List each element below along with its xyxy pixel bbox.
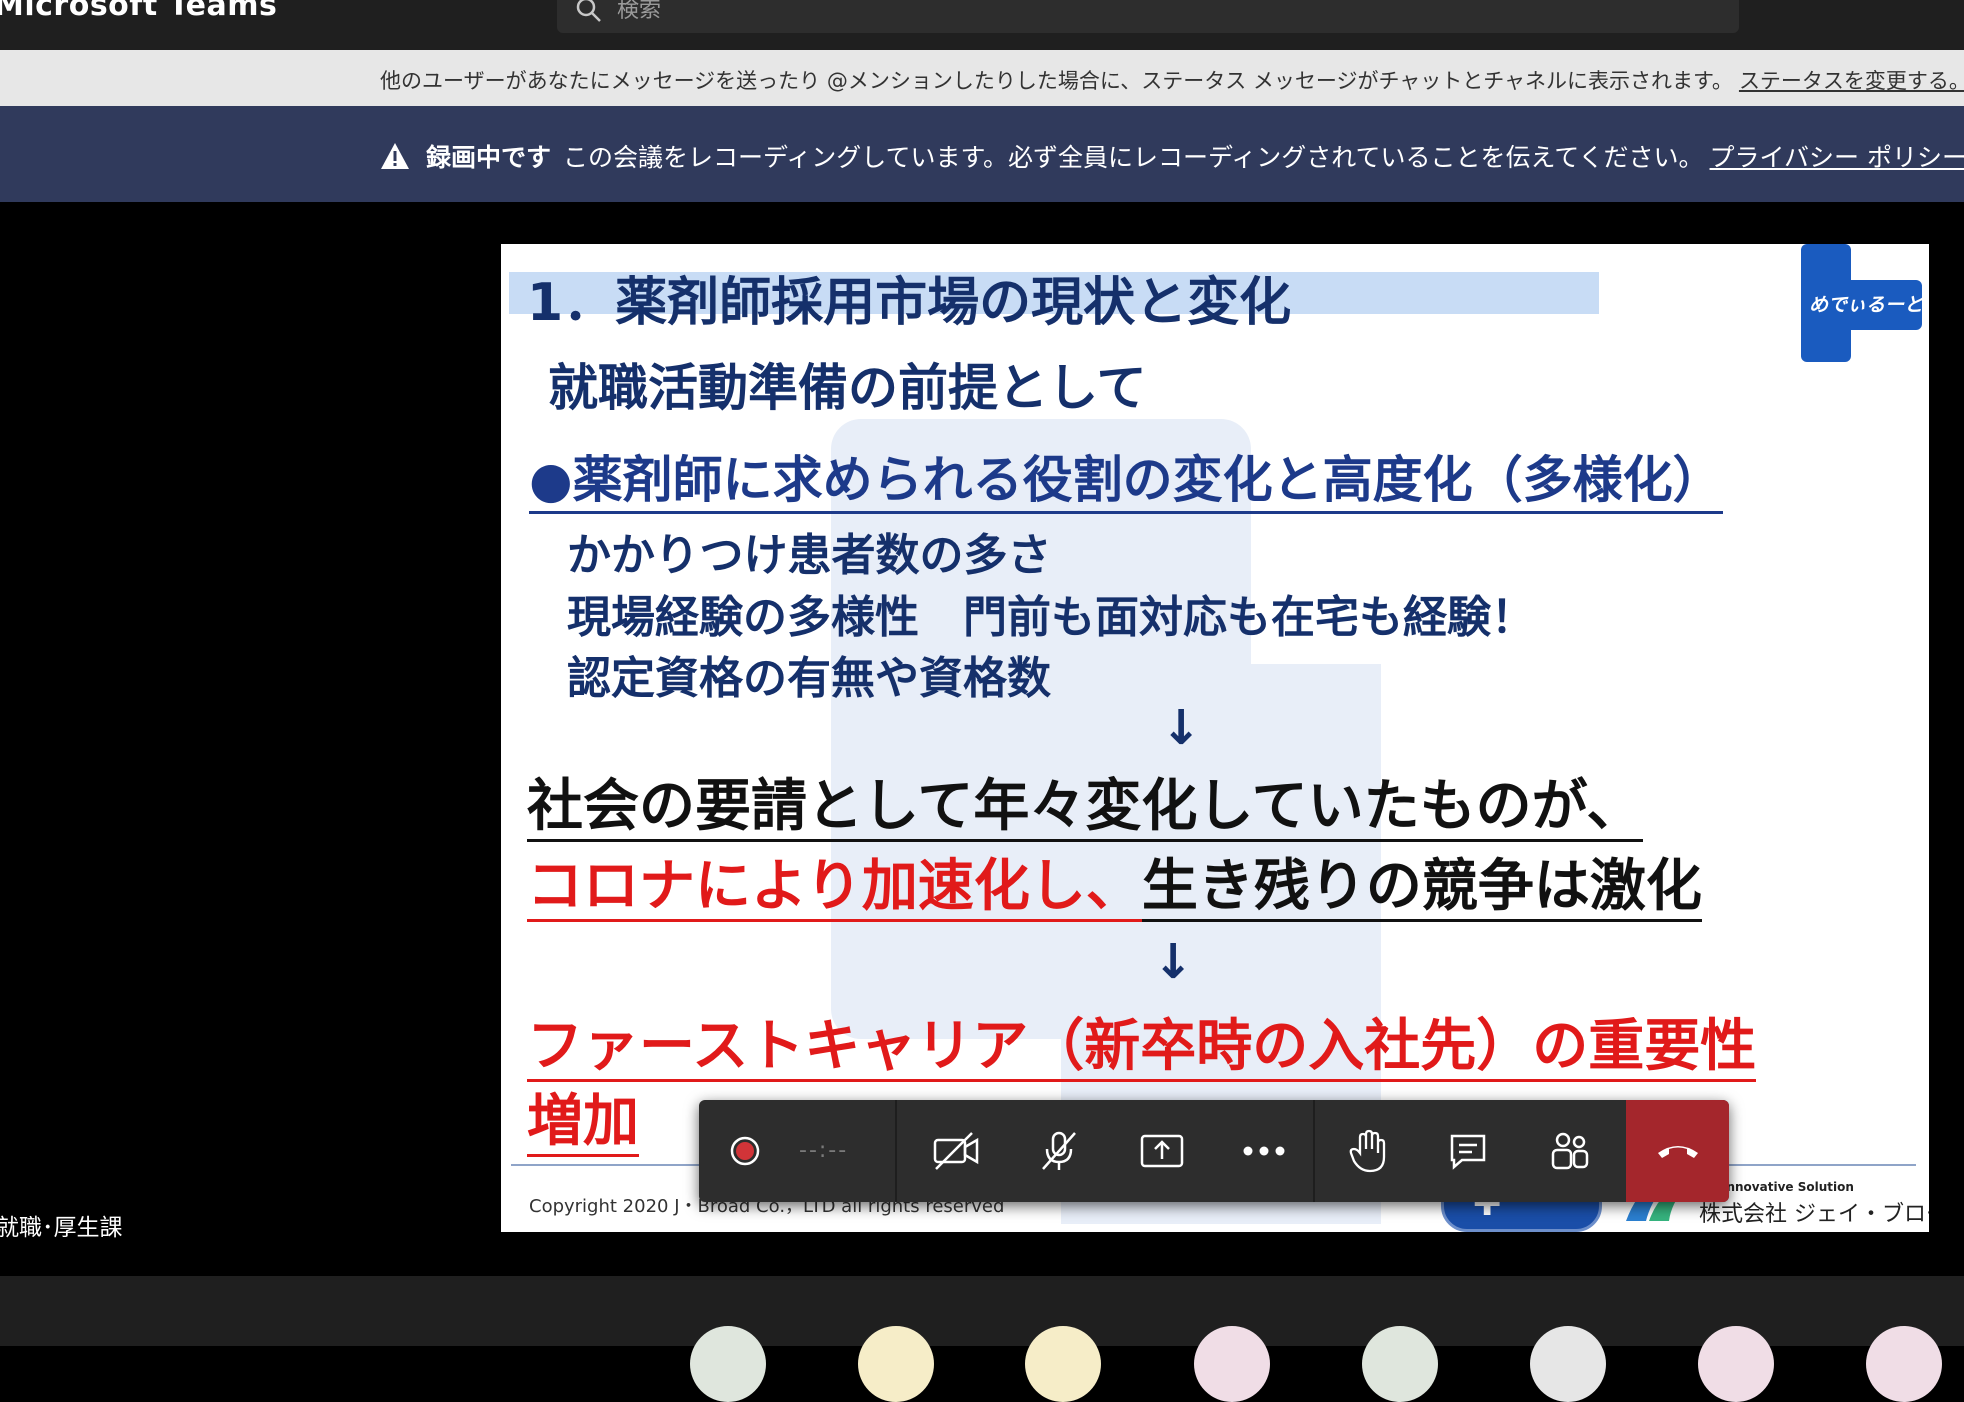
app-title: Microsoft Teams [0,0,278,23]
recording-message: この会議をレコーディングしています。必ず全員にレコーディングされていることを伝え… [563,143,1704,172]
more-actions-button[interactable] [1219,1100,1309,1202]
search-input[interactable]: 検索 [617,0,661,24]
record-icon [730,1136,760,1166]
slide-point: 現場経験の多様性 門前も面対応も在宅も経験！ [567,592,1535,643]
hand-icon [1349,1129,1386,1173]
change-status-link[interactable]: ステータスを変更する。 [1739,69,1964,93]
chat-icon [1450,1134,1486,1170]
hang-up-button[interactable] [1626,1100,1729,1202]
down-arrow: ↓ [1153,934,1194,990]
camera-off-icon [933,1132,979,1170]
participant-name: 就職･厚生課 [0,1215,123,1241]
recording-banner: 録画中です この会議をレコーディングしています。必ず全員にレコーディングされてい… [0,106,1964,202]
avatar[interactable] [1530,1326,1606,1402]
people-icon [1551,1132,1589,1170]
mic-toggle-button[interactable] [1014,1100,1104,1202]
status-info-bar: 他のユーザーがあなたにメッセージを送ったり @メンションしたりした場合に、ステー… [0,50,1964,106]
down-arrow: ↓ [1161,700,1202,756]
participant-strip [0,1276,1964,1346]
raise-hand-button[interactable] [1323,1100,1413,1202]
avatar[interactable] [1698,1326,1774,1402]
more-icon [1243,1146,1285,1156]
title-bar: Microsoft Teams 検索 [0,0,1964,51]
avatar[interactable] [1025,1326,1101,1402]
share-screen-button[interactable] [1117,1100,1207,1202]
slide-line-3-text: ファーストキャリア（新卒時の入社先）の重要性 [527,1014,1757,1082]
phone-hangup-icon [1657,1146,1698,1158]
shared-slide: 1．薬剤師採用市場の現状と変化 めでぃるーと 就職活動準備の前提として ●薬剤師… [501,244,1929,1232]
slide-point: 認定資格の有無や資格数 [567,653,1051,704]
recording-button[interactable] [727,1100,763,1202]
slide-line-2: コロナにより加速化し、生き残りの競争は激化 [527,854,1702,922]
camera-toggle-button[interactable] [911,1100,1001,1202]
slide-point: かかりつけ患者数の多さ [567,530,1052,581]
slide-heading: ●薬剤師に求められる役割の変化と高度化（多様化） [529,449,1723,514]
avatar[interactable] [1362,1326,1438,1402]
slide-line-2-red: コロナにより加速化し、 [527,854,1142,922]
control-divider [1313,1100,1315,1202]
mic-off-icon [1042,1131,1076,1170]
slide-line-3: ファーストキャリア（新卒時の入社先）の重要性 [527,1014,1757,1082]
search-icon [576,0,601,22]
avatar[interactable] [858,1326,934,1402]
slide-logo-text: めでぃるーと [1809,294,1924,316]
call-timer: --:-- [799,1138,849,1163]
chat-button[interactable] [1423,1100,1513,1202]
participants-button[interactable] [1525,1100,1615,1202]
slide-line-1-text: 社会の要請として年々変化していたものが、 [527,774,1643,842]
recording-label: 録画中です [426,143,552,172]
slide-line-2-black: 生き残りの競争は激化 [1141,854,1702,922]
avatar[interactable] [690,1326,766,1402]
avatar[interactable] [1194,1326,1270,1402]
slide-title: 1．薬剤師採用市場の現状と変化 [527,273,1292,333]
company-name: 株式会社 ジェイ・ブロード [1699,1202,1929,1227]
slide-line-4: 増加 [527,1089,639,1157]
slide-line-1: 社会の要請として年々変化していたものが、 [527,774,1643,842]
control-divider [895,1100,897,1202]
search-box[interactable]: 検索 [557,0,1739,33]
slide-line-4-text: 増加 [527,1089,639,1157]
slide-subtitle: 就職活動準備の前提として [548,359,1147,417]
share-tray-icon [1140,1134,1184,1168]
privacy-policy-link[interactable]: プライバシー ポリシー [1710,138,1964,174]
warning-icon [381,143,409,169]
avatar[interactable] [1866,1326,1942,1402]
status-message: 他のユーザーがあなたにメッセージを送ったり @メンションしたりした場合に、ステー… [380,69,1733,93]
call-controls: --:-- [699,1100,1729,1202]
